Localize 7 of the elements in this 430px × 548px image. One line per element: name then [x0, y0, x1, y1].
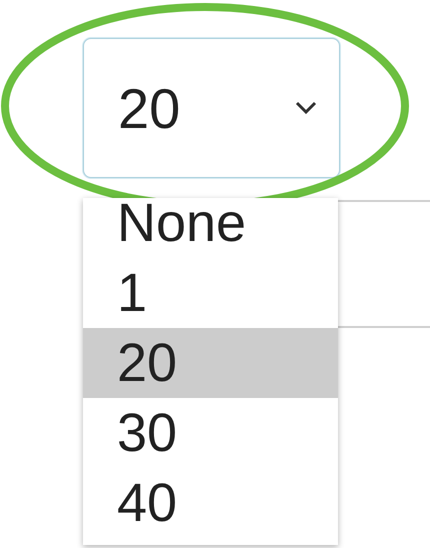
dropdown-option[interactable]: None: [83, 198, 338, 258]
dropdown-option[interactable]: 30: [83, 398, 338, 468]
chevron-down-icon: [295, 101, 317, 115]
dropdown-option[interactable]: 20: [83, 328, 338, 398]
dropdown-option[interactable]: 1: [83, 258, 338, 328]
dropdown-option[interactable]: 40: [83, 468, 338, 538]
page-size-select[interactable]: 20: [83, 38, 340, 178]
